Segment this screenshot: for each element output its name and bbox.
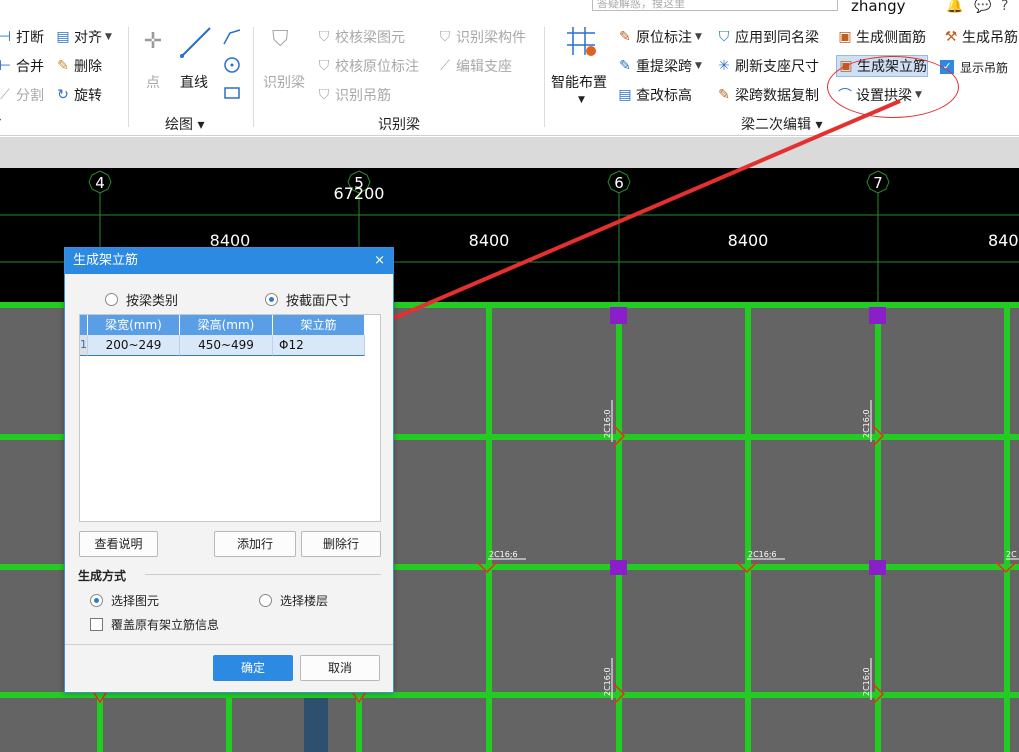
radio-select-floor[interactable]: 选择楼层 xyxy=(259,592,328,609)
overwrite-checkbox[interactable]: 覆盖原有架立筋信息 xyxy=(90,616,219,633)
col-header-height: 梁高(mm) xyxy=(180,315,273,335)
cancel-button[interactable]: 取消 xyxy=(300,655,380,681)
radio-select-element[interactable]: 选择图元 xyxy=(90,592,159,609)
radio-icon xyxy=(105,293,118,306)
radio-selected-icon xyxy=(90,594,103,607)
col-header-bar: 架立筋 xyxy=(273,315,365,335)
cell-width[interactable]: 200~249 xyxy=(88,335,180,356)
close-icon[interactable]: × xyxy=(374,248,385,274)
cell-height[interactable]: 450~499 xyxy=(180,335,273,356)
rebar-table: 梁宽(mm) 梁高(mm) 架立筋 1 200~249 450~499 Φ12 xyxy=(79,314,381,522)
add-row-button[interactable]: 添加行 xyxy=(214,531,296,557)
radio-by-category[interactable]: 按梁类别 xyxy=(105,290,178,309)
dialog-title: 生成架立筋 xyxy=(73,253,139,268)
ok-button[interactable]: 确定 xyxy=(213,655,293,681)
delete-row-button[interactable]: 删除行 xyxy=(301,531,381,557)
cell-bar[interactable]: Φ12 xyxy=(273,335,365,356)
radio-icon xyxy=(259,594,272,607)
row-index[interactable]: 1 xyxy=(80,335,88,356)
gen-mode-label: 生成方式 xyxy=(78,569,127,583)
col-header-width: 梁宽(mm) xyxy=(88,315,180,335)
gen-erection-bar-dialog: 生成架立筋 × 按梁类别 按截面尺寸 梁宽(mm) 梁高(mm) 架立筋 1 2… xyxy=(64,247,394,693)
radio-selected-icon xyxy=(265,293,278,306)
radio-by-section[interactable]: 按截面尺寸 xyxy=(265,290,351,309)
view-help-button[interactable]: 查看说明 xyxy=(79,531,158,557)
dialog-header: 生成架立筋 × xyxy=(65,248,393,274)
checkbox-icon xyxy=(90,618,103,631)
